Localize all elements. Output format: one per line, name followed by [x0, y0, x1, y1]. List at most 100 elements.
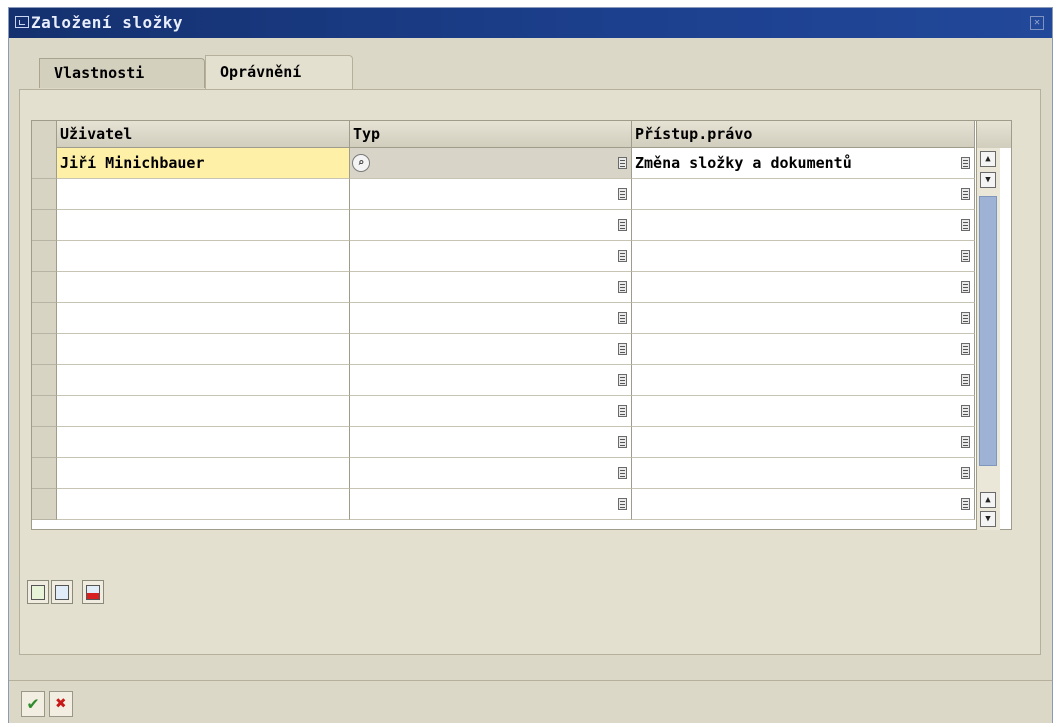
table-row	[32, 396, 1011, 427]
tab-opravneni[interactable]: Oprávnění	[205, 55, 353, 89]
footer-toolbar: ✔ ✖	[9, 680, 1052, 723]
cell-typ[interactable]	[350, 272, 632, 303]
cell-typ[interactable]	[350, 303, 632, 334]
vertical-scrollbar[interactable]: ▲ ▼ ▲ ▼	[976, 148, 1000, 530]
cell-pristup-pravo[interactable]: Změna složky a dokumentů	[632, 148, 975, 179]
cell-typ[interactable]	[350, 489, 632, 520]
row-selector[interactable]	[32, 210, 57, 241]
cell-typ[interactable]	[350, 396, 632, 427]
cell-uzivatel[interactable]	[57, 241, 350, 272]
cell-pristup-pravo[interactable]	[632, 303, 975, 334]
cell-uzivatel[interactable]	[57, 303, 350, 334]
value-help-icon[interactable]	[961, 281, 970, 293]
row-selector[interactable]	[32, 272, 57, 303]
value-help-icon[interactable]	[961, 405, 970, 417]
cell-pristup-pravo[interactable]	[632, 489, 975, 520]
cell-uzivatel[interactable]	[57, 365, 350, 396]
cell-uzivatel[interactable]	[57, 272, 350, 303]
value-help-icon[interactable]	[618, 405, 627, 417]
value-help-icon[interactable]	[618, 188, 627, 200]
row-selector[interactable]	[32, 365, 57, 396]
checkmark-icon[interactable]: ✔	[21, 691, 45, 717]
table-header: Uživatel Typ Přístup.právo	[32, 121, 1011, 148]
value-help-icon[interactable]	[961, 343, 970, 355]
cell-pristup-pravo[interactable]	[632, 210, 975, 241]
value-help-icon[interactable]	[961, 188, 970, 200]
value-help-icon[interactable]	[618, 250, 627, 262]
column-header-pristup-pravo[interactable]: Přístup.právo	[632, 121, 975, 148]
value-help-icon[interactable]	[961, 157, 970, 169]
value-help-icon[interactable]	[961, 467, 970, 479]
scroll-thumb[interactable]	[979, 196, 997, 466]
scroll-up-icon[interactable]: ▲	[980, 151, 996, 167]
row-selector[interactable]	[32, 458, 57, 489]
value-help-icon[interactable]	[961, 436, 970, 448]
cell-uzivatel[interactable]	[57, 210, 350, 241]
row-selector[interactable]	[32, 396, 57, 427]
value-help-icon[interactable]	[618, 467, 627, 479]
insert-row-button[interactable]	[27, 580, 49, 604]
cell-typ[interactable]	[350, 365, 632, 396]
object-type-icon[interactable]: ⌕	[352, 154, 370, 172]
cell-typ[interactable]	[350, 427, 632, 458]
delete-row-button[interactable]	[82, 580, 104, 604]
cell-pristup-pravo[interactable]	[632, 241, 975, 272]
value-help-icon[interactable]	[618, 219, 627, 231]
cell-typ[interactable]	[350, 241, 632, 272]
tab-vlastnosti[interactable]: Vlastnosti	[39, 58, 205, 88]
row-selector[interactable]	[32, 427, 57, 458]
value-help-icon[interactable]	[961, 312, 970, 324]
column-header-typ[interactable]: Typ	[350, 121, 632, 148]
table-row	[32, 241, 1011, 272]
row-selector[interactable]	[32, 148, 57, 179]
table-row	[32, 272, 1011, 303]
cell-typ[interactable]	[350, 210, 632, 241]
row-selector[interactable]	[32, 334, 57, 365]
value-help-icon[interactable]	[618, 343, 627, 355]
cell-pristup-pravo[interactable]	[632, 334, 975, 365]
cell-pristup-pravo[interactable]	[632, 427, 975, 458]
column-header-uzivatel[interactable]: Uživatel	[57, 121, 350, 148]
cell-typ[interactable]	[350, 334, 632, 365]
cell-uzivatel[interactable]	[57, 427, 350, 458]
row-selector[interactable]	[32, 241, 57, 272]
row-selector[interactable]	[32, 303, 57, 334]
scroll-page-up-icon[interactable]: ▲	[980, 492, 996, 508]
value-help-icon[interactable]	[618, 374, 627, 386]
table-row	[32, 458, 1011, 489]
cell-uzivatel[interactable]	[57, 396, 350, 427]
cell-uzivatel[interactable]	[57, 334, 350, 365]
value-help-icon[interactable]	[961, 219, 970, 231]
cell-uzivatel[interactable]	[57, 489, 350, 520]
close-icon[interactable]: ✕	[1030, 16, 1044, 30]
cell-pristup-pravo[interactable]	[632, 396, 975, 427]
column-settings-cell[interactable]	[976, 121, 1011, 148]
value-help-icon[interactable]	[618, 312, 627, 324]
cell-pristup-pravo[interactable]	[632, 272, 975, 303]
value-help-icon[interactable]	[618, 157, 627, 169]
cell-typ[interactable]: ⌕	[350, 148, 632, 179]
cell-uzivatel[interactable]: Jiří Minichbauer	[57, 148, 350, 179]
cell-pristup-pravo[interactable]	[632, 458, 975, 489]
cell-typ[interactable]	[350, 458, 632, 489]
row-selector[interactable]	[32, 489, 57, 520]
cell-pristup-pravo[interactable]	[632, 179, 975, 210]
value-help-icon[interactable]	[961, 374, 970, 386]
value-help-icon[interactable]	[961, 250, 970, 262]
dialog-window: Založení složky ✕ Vlastnosti Oprávnění U…	[8, 7, 1053, 723]
value-help-icon[interactable]	[961, 498, 970, 510]
cell-pristup-pravo[interactable]	[632, 365, 975, 396]
cell-uzivatel[interactable]	[57, 458, 350, 489]
select-all-cell[interactable]	[32, 121, 57, 148]
window-menu-icon[interactable]	[15, 16, 29, 28]
value-help-icon[interactable]	[618, 498, 627, 510]
value-help-icon[interactable]	[618, 436, 627, 448]
cell-uzivatel[interactable]	[57, 179, 350, 210]
scroll-down-icon[interactable]: ▼	[980, 172, 996, 188]
cell-typ[interactable]	[350, 179, 632, 210]
value-help-icon[interactable]	[618, 281, 627, 293]
row-selector[interactable]	[32, 179, 57, 210]
scroll-page-down-icon[interactable]: ▼	[980, 511, 996, 527]
cancel-x-icon[interactable]: ✖	[49, 691, 73, 717]
append-row-button[interactable]	[51, 580, 73, 604]
